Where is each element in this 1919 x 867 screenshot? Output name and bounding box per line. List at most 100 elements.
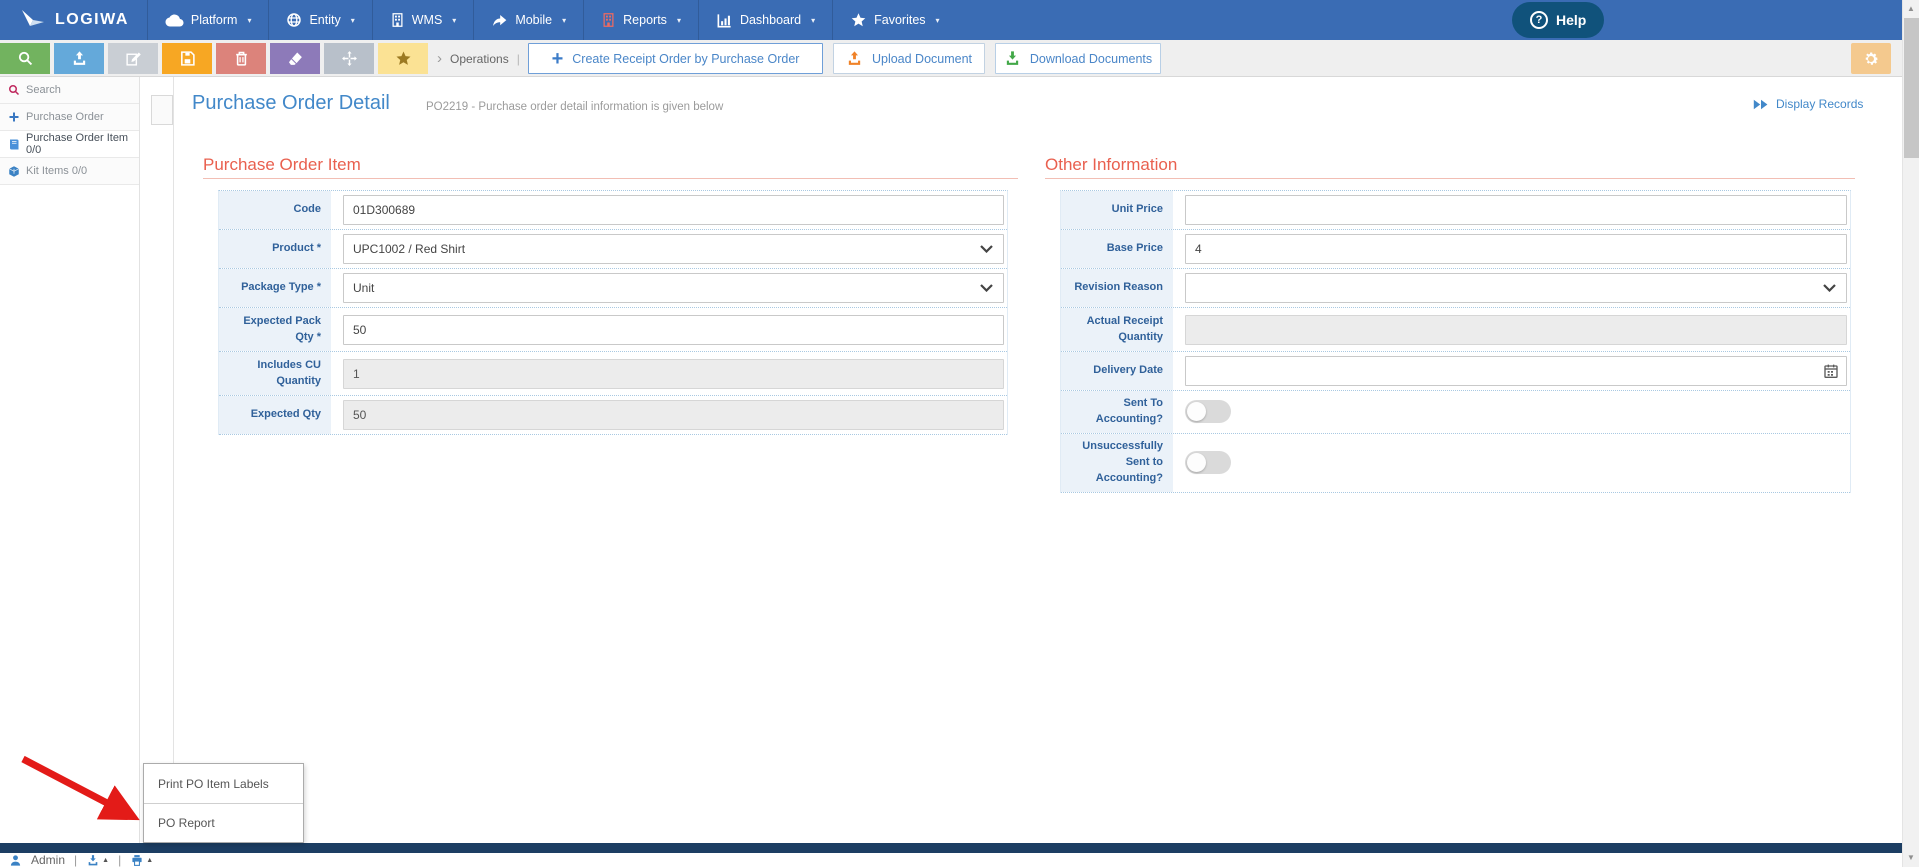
- expected-qty-input: [343, 400, 1004, 430]
- chevron-down-icon: ▾: [562, 15, 567, 25]
- revision-reason-select[interactable]: [1185, 273, 1847, 303]
- delete-button[interactable]: [216, 43, 266, 74]
- scrollbar-thumb[interactable]: [1904, 18, 1919, 158]
- download-documents-label: Download Documents: [1029, 51, 1153, 66]
- sidebar-item-label: Kit Items 0/0: [26, 165, 88, 177]
- nav-item-wms[interactable]: WMS ▾: [371, 0, 474, 40]
- vertical-scrollbar[interactable]: ▲ ▼: [1902, 0, 1919, 867]
- field-label: Sent To Accounting?: [1061, 391, 1173, 433]
- breadcrumb-chevron-icon: ›: [437, 50, 442, 67]
- nav-item-reports[interactable]: Reports ▾: [583, 0, 698, 40]
- chevron-down-icon: ▾: [350, 15, 355, 25]
- move-button[interactable]: [324, 43, 374, 74]
- logiwa-logo[interactable]: LOGIWA: [0, 0, 147, 40]
- nav-item-entity[interactable]: Entity ▾: [268, 0, 371, 40]
- chevron-down-icon: ▾: [811, 15, 816, 25]
- plus-icon: [9, 112, 19, 122]
- chevron-down-icon: ▾: [247, 15, 252, 25]
- display-records-link[interactable]: Display Records: [1753, 97, 1863, 111]
- field-label: Base Price: [1061, 230, 1173, 268]
- scroll-up-arrow-icon[interactable]: ▲: [1903, 4, 1919, 13]
- package-type-select[interactable]: Unit: [343, 273, 1004, 303]
- nav-label: Entity: [309, 13, 341, 27]
- toggle-knob: [1187, 402, 1206, 422]
- code-input[interactable]: [343, 195, 1004, 225]
- building-icon: [390, 12, 405, 28]
- breadcrumb: › Operations |: [437, 40, 520, 77]
- base-price-input[interactable]: [1185, 234, 1847, 264]
- create-receipt-order-button[interactable]: + Create Receipt Order by Purchase Order: [528, 43, 823, 74]
- field-label: Revision Reason: [1061, 269, 1173, 307]
- unsuccessfully-sent-to-accounting-toggle[interactable]: [1185, 451, 1231, 475]
- brand-name: LOGIWA: [55, 11, 129, 28]
- includes-cu-quantity-input: [343, 358, 1004, 389]
- footer-download-button[interactable]: ▲: [86, 854, 109, 867]
- sent-to-accounting-toggle[interactable]: [1185, 400, 1231, 424]
- field-label: Code: [219, 191, 331, 229]
- chevron-down-icon: ▾: [676, 15, 681, 25]
- calendar-icon[interactable]: [1816, 357, 1846, 385]
- menu-item-print-po-item-labels[interactable]: Print PO Item Labels: [144, 764, 303, 803]
- expected-pack-qty-input[interactable]: [343, 314, 1004, 345]
- bottom-dark-bar: [0, 843, 1919, 853]
- save-button[interactable]: [162, 43, 212, 74]
- footer-print-button[interactable]: ▲: [130, 854, 153, 867]
- nav-item-dashboard[interactable]: Dashboard ▾: [697, 0, 832, 40]
- footer-divider: |: [74, 853, 78, 867]
- sidebar-item-kit-items[interactable]: Kit Items 0/0: [0, 158, 139, 185]
- field-label: Delivery Date: [1061, 352, 1173, 390]
- gear-icon: [1865, 51, 1879, 65]
- app-root: LOGIWA Platform ▾ Entity ▾ WMS ▾ Mobile …: [0, 0, 1919, 867]
- mobile-arrow-icon: [491, 13, 508, 28]
- eraser-icon: [288, 52, 302, 65]
- question-mark-icon: ?: [1530, 11, 1548, 29]
- form-row-expected-pack-qty: Expected Pack Qty *: [219, 308, 1007, 352]
- chevron-down-icon: [1823, 281, 1836, 295]
- delivery-date-input[interactable]: [1185, 356, 1847, 386]
- scroll-down-arrow-icon[interactable]: ▼: [1903, 853, 1919, 862]
- unit-price-input[interactable]: [1185, 195, 1847, 225]
- download-documents-icon: [1004, 50, 1021, 67]
- chevron-down-icon: ▾: [935, 15, 940, 25]
- form-row-unit-price: Unit Price: [1061, 191, 1850, 230]
- actual-receipt-quantity-input: [1185, 314, 1847, 345]
- erase-button[interactable]: [270, 43, 320, 74]
- nav-item-favorites[interactable]: Favorites ▾: [832, 0, 956, 40]
- upload-icon: [73, 51, 85, 65]
- menu-item-po-report[interactable]: PO Report: [144, 803, 303, 842]
- form-row-sent-to-accounting: Sent To Accounting?: [1061, 391, 1850, 434]
- toolbar: › Operations | + Create Receipt Order by…: [0, 40, 1919, 77]
- settings-gear-button[interactable]: [1851, 43, 1891, 74]
- upload-document-button[interactable]: Upload Document: [833, 43, 985, 74]
- sidebar-item-search[interactable]: Search: [0, 77, 139, 104]
- sidebar-collapse-handle[interactable]: [151, 95, 173, 125]
- edit-button[interactable]: [108, 43, 158, 74]
- nav-label: Favorites: [874, 13, 926, 27]
- field-label: Includes CU Quantity: [219, 352, 331, 395]
- plus-icon: +: [551, 47, 564, 70]
- breadcrumb-operations[interactable]: Operations: [450, 52, 509, 66]
- trash-icon: [235, 51, 247, 66]
- help-button[interactable]: ? Help: [1512, 2, 1605, 38]
- sidebar-item-purchase-order-item[interactable]: Purchase Order Item 0/0: [0, 131, 139, 158]
- display-records-label: Display Records: [1776, 97, 1864, 111]
- nav-item-platform[interactable]: Platform ▾: [146, 0, 269, 40]
- favorite-button[interactable]: [378, 43, 428, 74]
- logiwa-logo-icon: [20, 8, 46, 33]
- form-row-package-type: Package Type * Unit: [219, 269, 1007, 308]
- page-title: Purchase Order Detail: [192, 92, 390, 114]
- search-button[interactable]: [0, 43, 50, 74]
- content-splitter: [173, 77, 174, 843]
- download-documents-button[interactable]: Download Documents: [995, 43, 1161, 74]
- product-select[interactable]: UPC1002 / Red Shirt: [343, 234, 1004, 264]
- field-label: Expected Pack Qty *: [219, 308, 331, 351]
- form-row-expected-qty: Expected Qty: [219, 396, 1007, 435]
- chevron-down-icon: [980, 281, 993, 295]
- sidebar-item-label: Search: [26, 84, 61, 96]
- upload-button[interactable]: [54, 43, 104, 74]
- product-select-value: UPC1002 / Red Shirt: [353, 242, 466, 256]
- nav-item-mobile[interactable]: Mobile ▾: [473, 0, 583, 40]
- form-row-includes-cu-quantity: Includes CU Quantity: [219, 352, 1007, 396]
- sidebar-item-purchase-order[interactable]: Purchase Order: [0, 104, 139, 131]
- nav-label: Reports: [623, 13, 667, 27]
